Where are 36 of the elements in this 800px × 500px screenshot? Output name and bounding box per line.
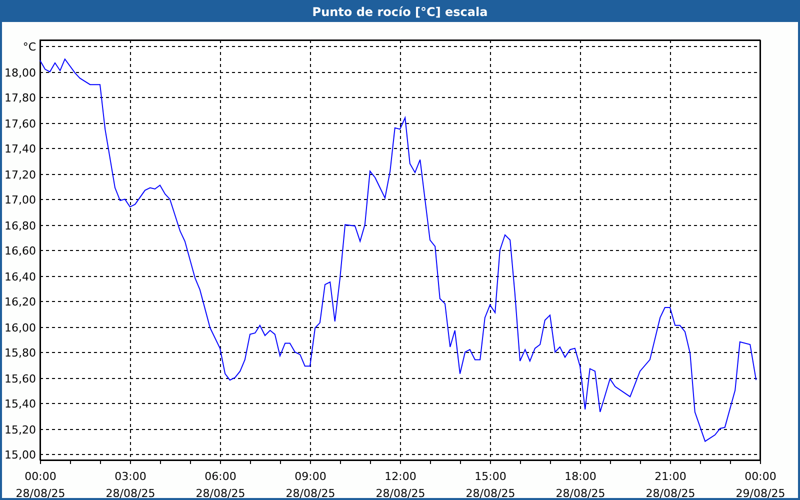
y-tick-label: 16,00	[4, 322, 36, 334]
x-tick-label: 06:00	[204, 470, 236, 483]
y-tick-label: 18,00	[4, 66, 36, 80]
y-tick-label: 15,40	[4, 398, 36, 410]
date-label: 28/08/25	[196, 487, 246, 498]
x-tick-label: 15:00	[474, 470, 506, 483]
x-tick-label: 12:00	[384, 470, 416, 483]
y-tick-label: 17,20	[4, 168, 36, 182]
date-label: 29/08/25	[736, 487, 786, 498]
y-tick-label: 16,20	[4, 296, 36, 308]
y-tick-label: 15,00	[4, 448, 36, 462]
date-label: 28/08/25	[16, 487, 66, 498]
x-tick-label: 09:00	[294, 470, 326, 483]
date-label: 28/08/25	[466, 487, 516, 498]
y-tick-label: 16,80	[4, 220, 36, 232]
y-tick-label: 16,40	[4, 270, 36, 284]
x-tick-label: 03:00	[114, 470, 146, 483]
x-tick-label: 18:00	[564, 470, 596, 483]
y-tick-label: 17,00	[4, 194, 36, 206]
x-tick-label: 00:00	[24, 470, 56, 483]
date-label: 28/08/25	[376, 487, 426, 498]
date-label: 28/08/25	[286, 487, 336, 498]
y-tick-label: 17,40	[4, 142, 36, 156]
y-tick-label: 15,80	[4, 346, 36, 360]
y-axis-unit: °C	[22, 40, 36, 54]
x-tick-label: 21:00	[654, 470, 686, 483]
x-tick-label: 00:00	[744, 470, 776, 483]
date-label: 28/08/25	[556, 487, 606, 498]
window-title: Punto de rocío [°C] escala	[2, 2, 798, 22]
date-label: 28/08/25	[646, 487, 696, 498]
y-tick-label: 15,60	[4, 372, 36, 386]
date-label: 28/08/25	[106, 487, 156, 498]
y-tick-label: 16,60	[4, 244, 36, 258]
y-tick-label: 17,60	[4, 118, 36, 130]
y-tick-label: 15,20	[4, 424, 36, 436]
y-tick-label: 17,80	[4, 92, 36, 104]
